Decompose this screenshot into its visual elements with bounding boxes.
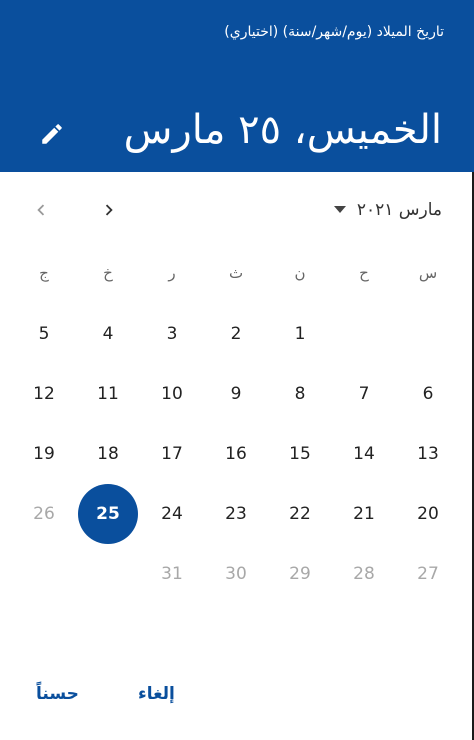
day-cell[interactable]: 30 bbox=[214, 552, 258, 596]
day-cell[interactable]: 6 bbox=[406, 372, 450, 416]
day-cell[interactable]: 29 bbox=[278, 552, 322, 596]
day-cell[interactable]: 11 bbox=[86, 372, 130, 416]
day-cell[interactable]: 9 bbox=[214, 372, 258, 416]
selected-day-cell[interactable]: 25 bbox=[78, 484, 138, 544]
day-cell[interactable]: 24 bbox=[150, 492, 194, 536]
date-picker-dialog: تاريخ الميلاد (يوم/شهر/سنة) (اختياري) ال… bbox=[0, 0, 474, 740]
chevron-left-icon bbox=[37, 204, 45, 216]
day-cell[interactable]: 4 bbox=[86, 312, 130, 356]
day-cell[interactable]: 1 bbox=[278, 312, 322, 356]
chevron-right-icon bbox=[105, 204, 113, 216]
day-cell[interactable]: 28 bbox=[342, 552, 386, 596]
day-cell[interactable]: 23 bbox=[214, 492, 258, 536]
dialog-actions: حسناً إلغاء bbox=[0, 684, 474, 716]
header-label: تاريخ الميلاد (يوم/شهر/سنة) (اختياري) bbox=[224, 24, 444, 40]
day-cell[interactable]: 17 bbox=[150, 432, 194, 476]
month-navigation: مارس ٢٠٢١ bbox=[0, 190, 474, 230]
day-cell[interactable]: 7 bbox=[342, 372, 386, 416]
day-cell[interactable]: 15 bbox=[278, 432, 322, 476]
weekday-label: ح bbox=[359, 264, 369, 282]
day-cell[interactable]: 16 bbox=[214, 432, 258, 476]
day-cell[interactable]: 19 bbox=[22, 432, 66, 476]
weekday-label: ن bbox=[294, 264, 306, 282]
day-cell[interactable]: 27 bbox=[406, 552, 450, 596]
day-cell[interactable]: 21 bbox=[342, 492, 386, 536]
next-month-button[interactable] bbox=[93, 194, 125, 226]
dialog-header: تاريخ الميلاد (يوم/شهر/سنة) (اختياري) ال… bbox=[0, 0, 474, 172]
pencil-icon bbox=[42, 124, 62, 144]
month-year-dropdown[interactable]: مارس ٢٠٢١ bbox=[333, 196, 442, 224]
day-cell[interactable]: 22 bbox=[278, 492, 322, 536]
selected-date-display: الخميس، ٢٥ مارس bbox=[123, 107, 442, 153]
day-cell[interactable]: 18 bbox=[86, 432, 130, 476]
weekday-label: خ bbox=[103, 264, 113, 282]
day-cell[interactable]: 31 bbox=[150, 552, 194, 596]
weekday-label: ر bbox=[168, 264, 176, 282]
previous-month-button[interactable] bbox=[25, 194, 57, 226]
triangle-down-icon bbox=[333, 205, 347, 215]
day-cell[interactable]: 10 bbox=[150, 372, 194, 416]
edit-date-button[interactable] bbox=[34, 116, 70, 152]
day-cell[interactable]: 8 bbox=[278, 372, 322, 416]
cancel-button[interactable]: إلغاء bbox=[138, 684, 175, 704]
day-cell[interactable]: 3 bbox=[150, 312, 194, 356]
day-cell[interactable]: 13 bbox=[406, 432, 450, 476]
day-cell[interactable]: 5 bbox=[22, 312, 66, 356]
day-cell[interactable]: 20 bbox=[406, 492, 450, 536]
day-cell[interactable]: 26 bbox=[22, 492, 66, 536]
month-year-label: مارس ٢٠٢١ bbox=[356, 200, 442, 220]
weekday-label: ج bbox=[39, 264, 49, 282]
weekday-label: ث bbox=[228, 264, 244, 282]
day-cell[interactable]: 14 bbox=[342, 432, 386, 476]
day-cell[interactable]: 12 bbox=[22, 372, 66, 416]
weekday-label: س bbox=[418, 264, 438, 282]
weekday-header: سحنثرخج bbox=[0, 264, 474, 288]
day-cell[interactable]: 2 bbox=[214, 312, 258, 356]
ok-button[interactable]: حسناً bbox=[36, 684, 79, 704]
